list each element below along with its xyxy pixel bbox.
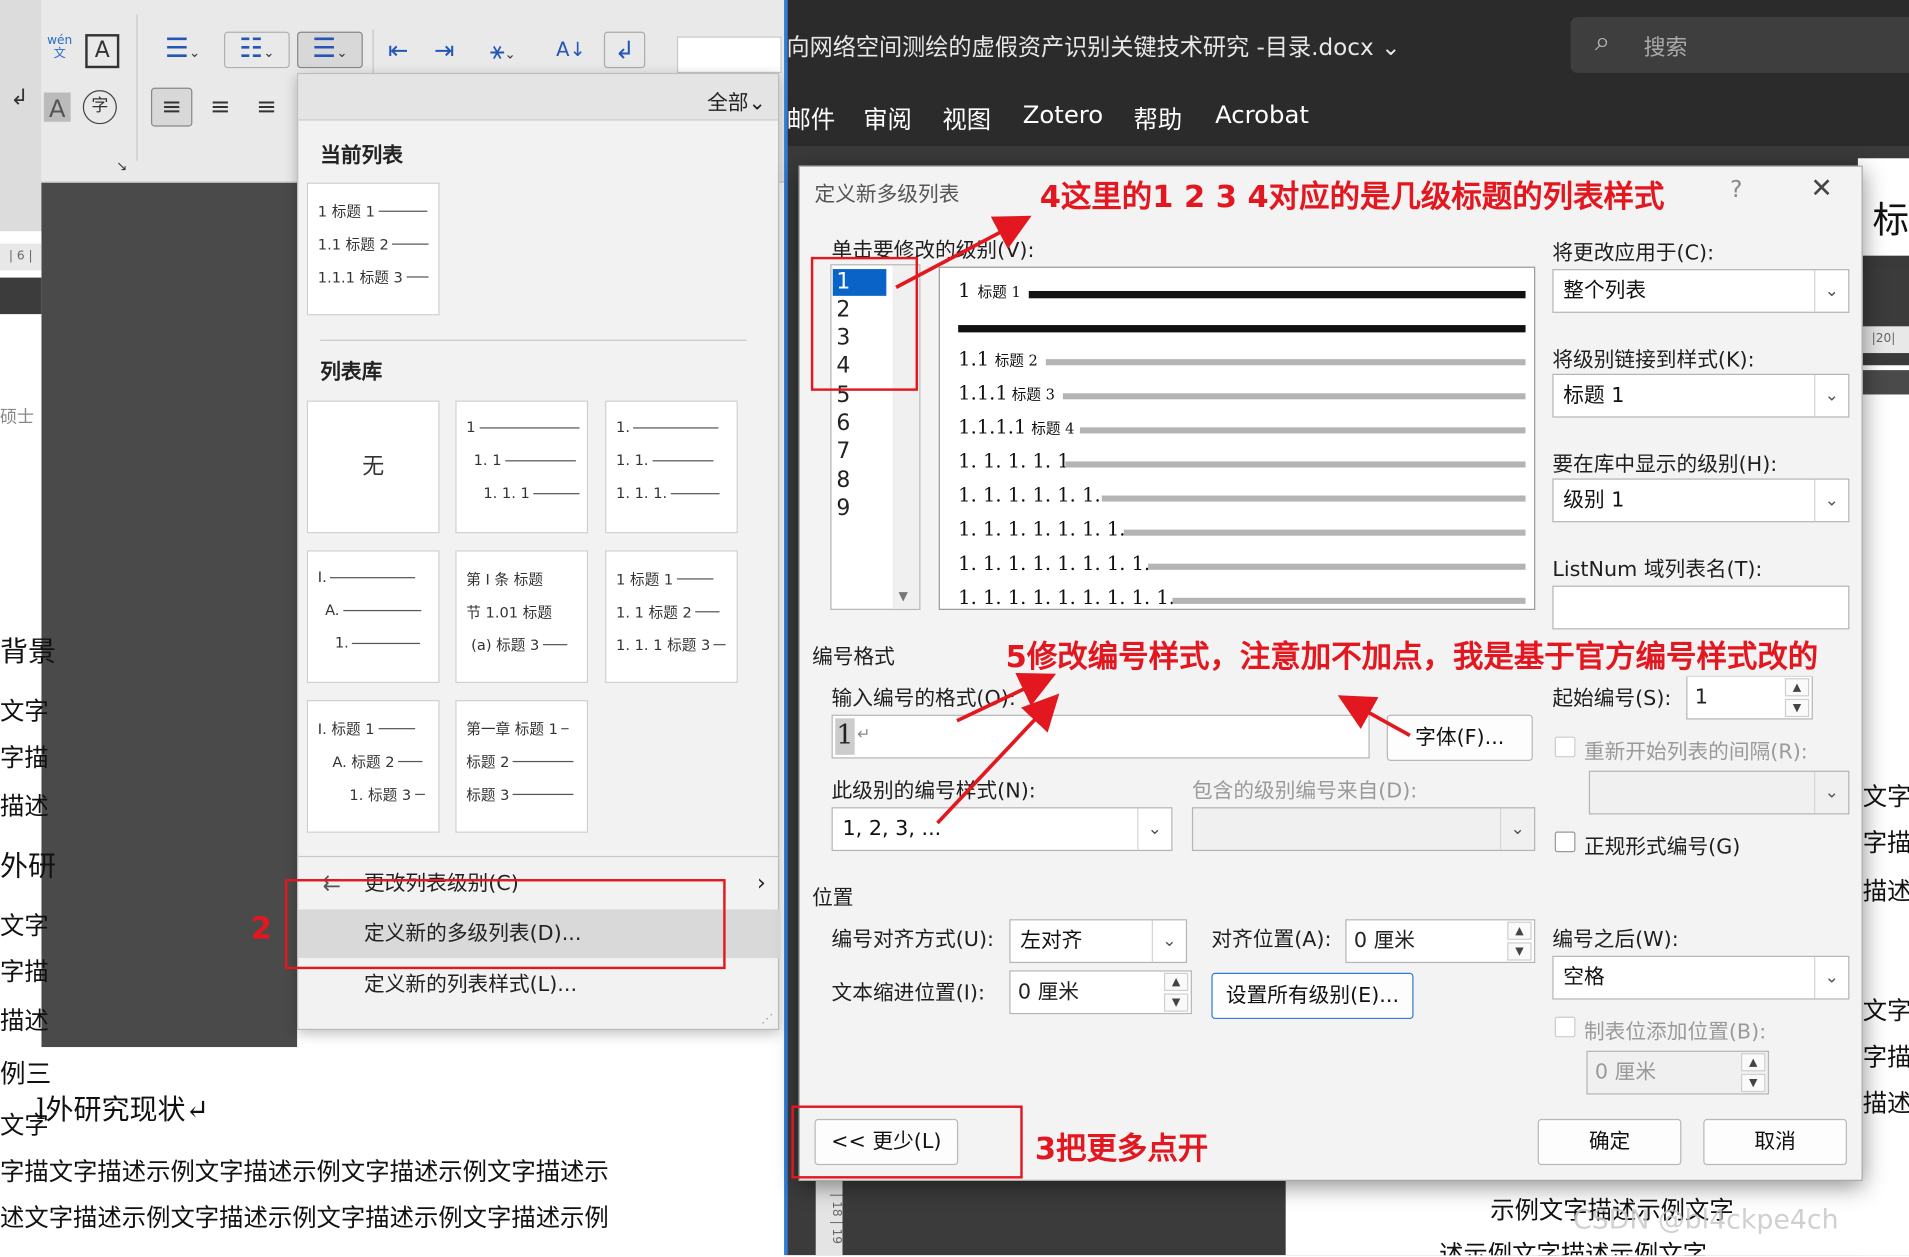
- annotation-arrows: [895, 215, 1411, 825]
